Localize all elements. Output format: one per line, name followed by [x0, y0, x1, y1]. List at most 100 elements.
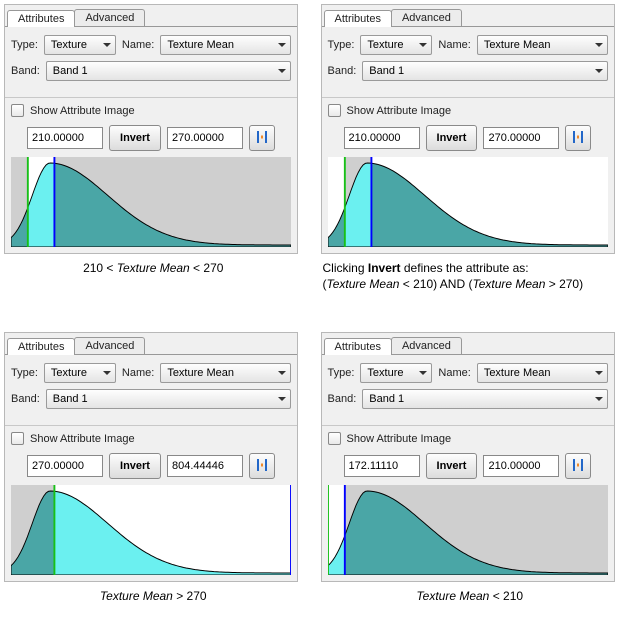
- name-label: Name:: [438, 39, 470, 51]
- tab-attributes[interactable]: Attributes: [324, 338, 392, 355]
- type-dropdown[interactable]: Texture: [44, 35, 116, 55]
- panel-caption: 210 < Texture Mean < 270: [4, 260, 303, 276]
- name-dropdown-value: Texture Mean: [167, 39, 234, 51]
- name-dropdown-value: Texture Mean: [484, 367, 551, 379]
- band-dropdown[interactable]: Band 1: [362, 389, 607, 409]
- panel-caption: Clicking Invert defines the attribute as…: [321, 260, 620, 292]
- chevron-down-icon: [103, 43, 111, 47]
- tab-advanced[interactable]: Advanced: [74, 9, 145, 26]
- full-extent-icon: [570, 129, 586, 148]
- band-dropdown[interactable]: Band 1: [46, 389, 291, 409]
- name-label: Name:: [122, 367, 154, 379]
- show-attr-image-label: Show Attribute Image: [30, 105, 135, 117]
- panel-caption: Texture Mean > 270: [4, 588, 303, 604]
- invert-button[interactable]: Invert: [109, 125, 161, 151]
- type-label: Type:: [328, 39, 355, 51]
- show-attr-image-label: Show Attribute Image: [347, 433, 452, 445]
- type-label: Type:: [11, 367, 38, 379]
- name-dropdown[interactable]: Texture Mean: [160, 35, 291, 55]
- name-dropdown-value: Texture Mean: [484, 39, 551, 51]
- histogram[interactable]: [11, 157, 291, 247]
- upper-bound-input[interactable]: 270.00000: [483, 127, 559, 149]
- type-dropdown-value: Texture: [51, 367, 87, 379]
- chevron-down-icon: [595, 69, 603, 73]
- tab-advanced[interactable]: Advanced: [391, 337, 462, 354]
- chevron-down-icon: [103, 371, 111, 375]
- type-label: Type:: [11, 39, 38, 51]
- name-dropdown[interactable]: Texture Mean: [160, 363, 291, 383]
- full-extent-button[interactable]: [565, 453, 591, 479]
- chevron-down-icon: [419, 43, 427, 47]
- upper-bound-input[interactable]: 270.00000: [167, 127, 243, 149]
- upper-bound-input[interactable]: 210.00000: [483, 455, 559, 477]
- show-attr-image-label: Show Attribute Image: [347, 105, 452, 117]
- lower-bound-input[interactable]: 210.00000: [27, 127, 103, 149]
- show-attr-image-checkbox[interactable]: [328, 432, 341, 445]
- invert-button[interactable]: Invert: [426, 125, 478, 151]
- histogram[interactable]: [11, 485, 291, 575]
- panel-caption: Texture Mean < 210: [321, 588, 620, 604]
- band-dropdown-value: Band 1: [53, 65, 88, 77]
- attribute-panel: Attributes Advanced Type: Texture Name: …: [4, 332, 303, 604]
- lower-bound-input[interactable]: 210.00000: [344, 127, 420, 149]
- tab-attributes[interactable]: Attributes: [7, 10, 75, 27]
- band-label: Band:: [11, 65, 40, 77]
- histogram[interactable]: [328, 157, 608, 247]
- full-extent-button[interactable]: [249, 125, 275, 151]
- type-dropdown-value: Texture: [367, 367, 403, 379]
- band-label: Band:: [328, 65, 357, 77]
- band-dropdown-value: Band 1: [369, 65, 404, 77]
- name-dropdown[interactable]: Texture Mean: [477, 35, 608, 55]
- tab-bar: Attributes Advanced: [5, 333, 297, 355]
- name-label: Name:: [438, 367, 470, 379]
- chevron-down-icon: [595, 371, 603, 375]
- invert-button[interactable]: Invert: [109, 453, 161, 479]
- full-extent-button[interactable]: [249, 453, 275, 479]
- tab-bar: Attributes Advanced: [322, 333, 614, 355]
- show-attr-image-checkbox[interactable]: [11, 432, 24, 445]
- chevron-down-icon: [278, 371, 286, 375]
- chevron-down-icon: [278, 69, 286, 73]
- band-dropdown-value: Band 1: [369, 393, 404, 405]
- attribute-panel: Attributes Advanced Type: Texture Name: …: [321, 4, 620, 292]
- band-dropdown[interactable]: Band 1: [362, 61, 607, 81]
- type-dropdown-value: Texture: [367, 39, 403, 51]
- full-extent-button[interactable]: [565, 125, 591, 151]
- name-label: Name:: [122, 39, 154, 51]
- tab-attributes[interactable]: Attributes: [7, 338, 75, 355]
- chevron-down-icon: [595, 397, 603, 401]
- type-dropdown-value: Texture: [51, 39, 87, 51]
- tab-advanced[interactable]: Advanced: [74, 337, 145, 354]
- band-dropdown-value: Band 1: [53, 393, 88, 405]
- lower-bound-input[interactable]: 172.11110: [344, 455, 420, 477]
- full-extent-icon: [254, 129, 270, 148]
- attribute-panel: Attributes Advanced Type: Texture Name: …: [4, 4, 303, 292]
- name-dropdown[interactable]: Texture Mean: [477, 363, 608, 383]
- upper-bound-input[interactable]: 804.44446: [167, 455, 243, 477]
- full-extent-icon: [254, 457, 270, 476]
- invert-button[interactable]: Invert: [426, 453, 478, 479]
- lower-bound-input[interactable]: 270.00000: [27, 455, 103, 477]
- band-dropdown[interactable]: Band 1: [46, 61, 291, 81]
- tab-attributes[interactable]: Attributes: [324, 10, 392, 27]
- attribute-panel: Attributes Advanced Type: Texture Name: …: [321, 332, 620, 604]
- type-dropdown[interactable]: Texture: [360, 363, 432, 383]
- histogram[interactable]: [328, 485, 608, 575]
- chevron-down-icon: [419, 371, 427, 375]
- type-dropdown[interactable]: Texture: [360, 35, 432, 55]
- chevron-down-icon: [595, 43, 603, 47]
- show-attr-image-checkbox[interactable]: [328, 104, 341, 117]
- full-extent-icon: [570, 457, 586, 476]
- type-dropdown[interactable]: Texture: [44, 363, 116, 383]
- band-label: Band:: [11, 393, 40, 405]
- tab-bar: Attributes Advanced: [322, 5, 614, 27]
- tab-bar: Attributes Advanced: [5, 5, 297, 27]
- chevron-down-icon: [278, 397, 286, 401]
- band-label: Band:: [328, 393, 357, 405]
- tab-advanced[interactable]: Advanced: [391, 9, 462, 26]
- chevron-down-icon: [278, 43, 286, 47]
- name-dropdown-value: Texture Mean: [167, 367, 234, 379]
- type-label: Type:: [328, 367, 355, 379]
- show-attr-image-label: Show Attribute Image: [30, 433, 135, 445]
- show-attr-image-checkbox[interactable]: [11, 104, 24, 117]
